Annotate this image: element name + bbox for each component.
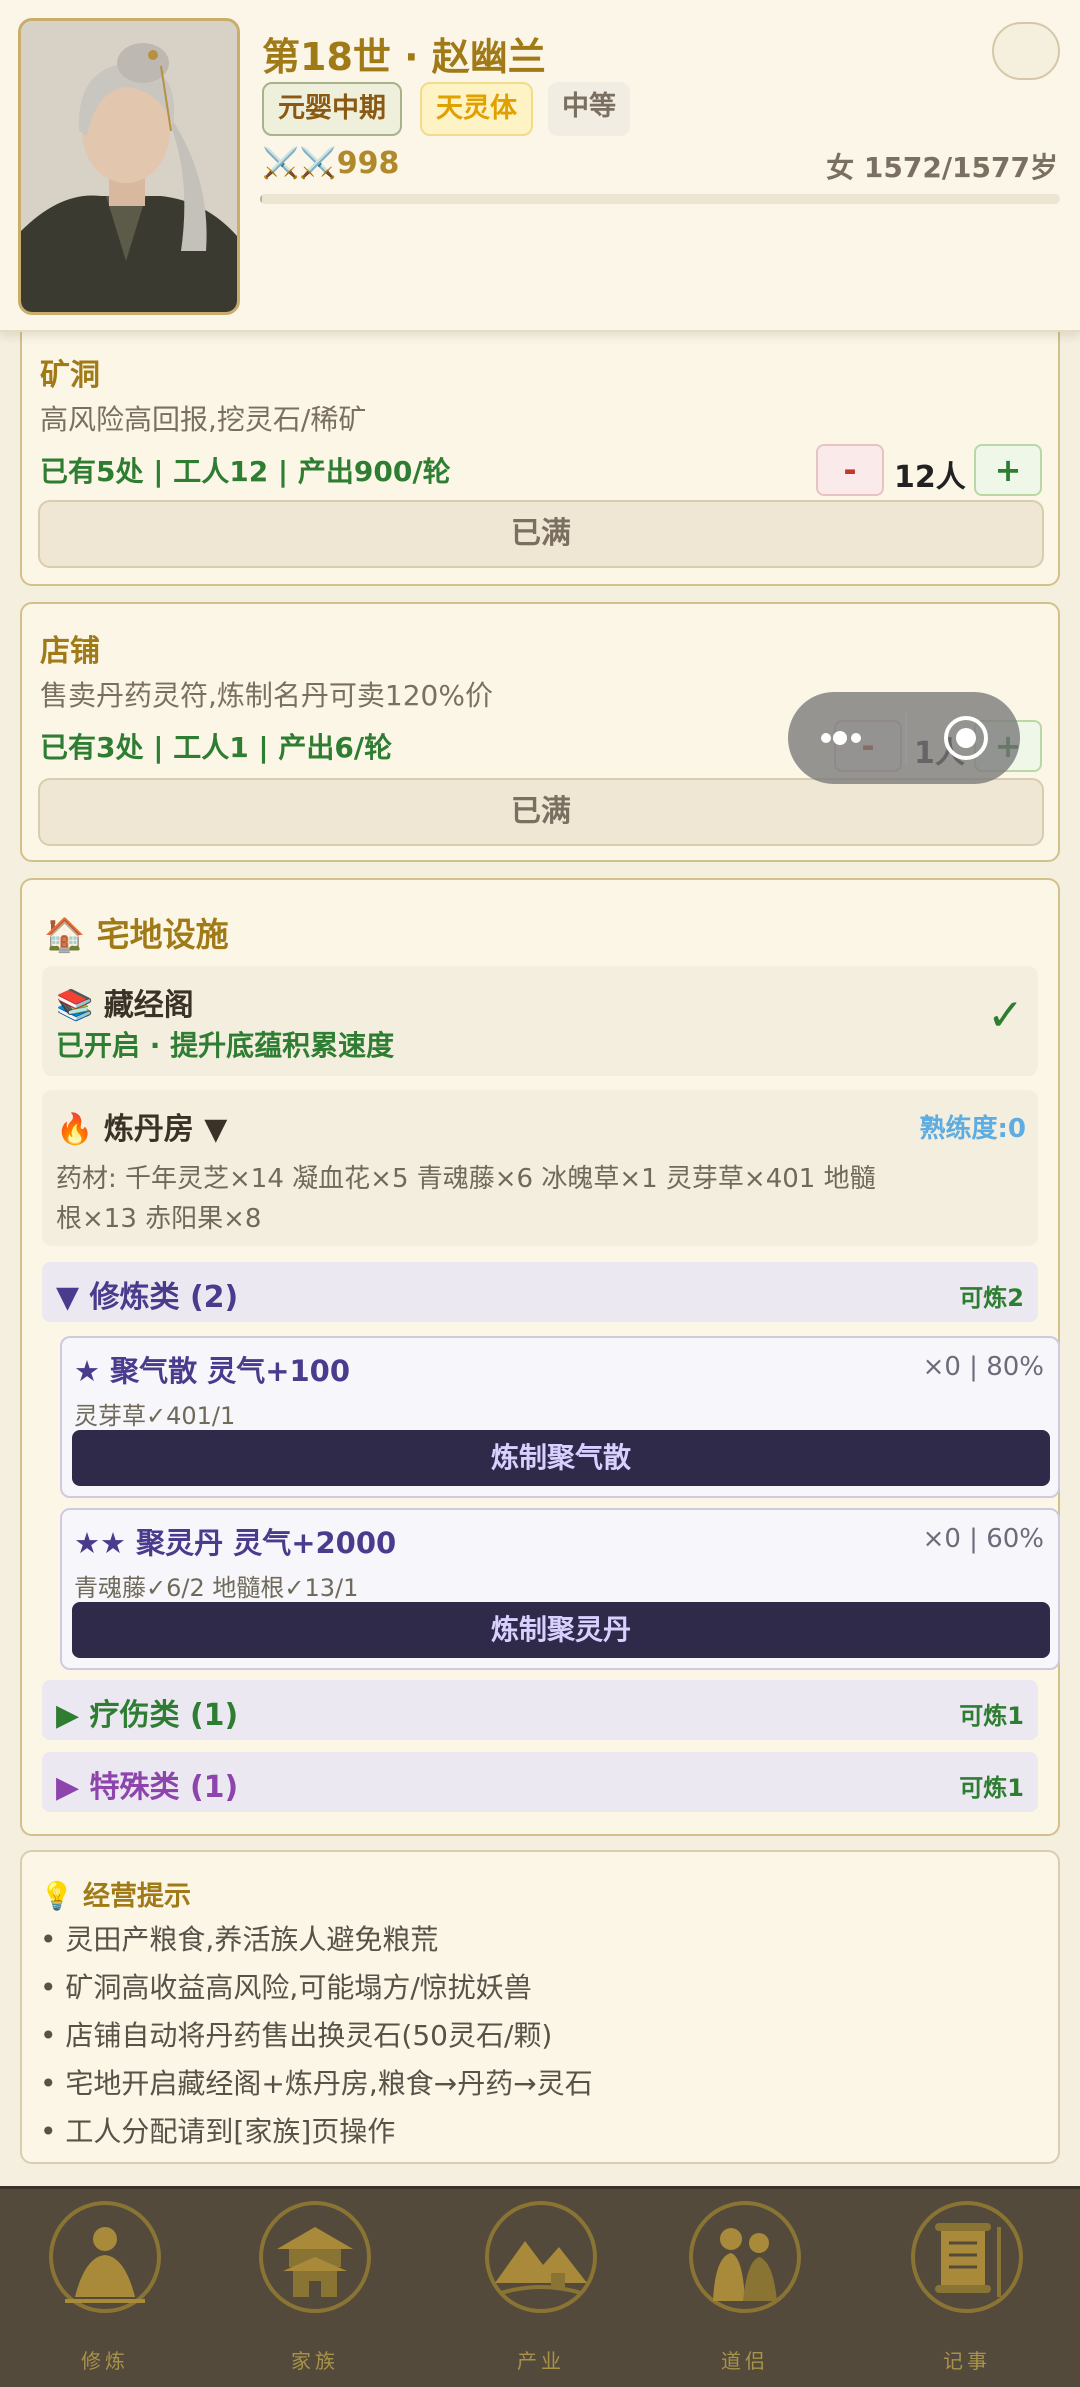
shop-stats: 已有3处 | 工人1 | 产出6/轮 <box>40 731 393 764</box>
mine-full-button[interactable]: 已满 <box>38 500 1044 568</box>
books-icon: 📚 <box>56 988 94 1023</box>
nav-industry[interactable]: 产业 <box>466 2197 616 2387</box>
nav-chronicle[interactable]: 记事 <box>892 2197 1042 2387</box>
category-count: 可炼1 <box>959 1774 1024 1802</box>
fire-icon: 🔥 <box>56 1112 94 1147</box>
category-label: ▶ 疗伤类 (1) <box>56 1698 239 1733</box>
materials-line-2: 根×13 赤阳果×8 <box>56 1204 262 1234</box>
recipe-card: ★ 聚气散 灵气+100 ×0 | 80% 灵芽草✓401/1 炼制聚气散 <box>60 1336 1060 1498</box>
recipe-stat: ×0 | 60% <box>922 1524 1044 1554</box>
character-header: 第18世 · 赵幽兰 元婴中期 天灵体 中等 ⚔️⚔️998 女 1572/15… <box>0 0 1080 332</box>
residence-card: 🏠 宅地设施 📚 藏经阁 已开启 · 提升底蕴积累速度 ✓ 🔥 炼丹房 ▼ 熟练… <box>20 878 1060 1836</box>
alchemy-room: 🔥 炼丹房 ▼ 熟练度:0 药材: 千年灵芝×14 凝血花×5 青魂藤×6 冰魄… <box>42 1090 1038 1246</box>
library-name-row: 📚 藏经阁 <box>56 980 194 1024</box>
mountain-icon <box>485 2201 597 2313</box>
mine-stats: 已有5处 | 工人12 | 产出900/轮 <box>40 455 451 488</box>
lightbulb-icon: 💡 <box>40 1881 74 1912</box>
realm-badge: 元婴中期 <box>262 82 402 136</box>
character-portrait[interactable] <box>18 18 240 315</box>
tip-line: • 灵田产粮食,养活族人避免粮荒 <box>40 1923 439 1956</box>
nav-label: 修炼 <box>81 2349 129 2373</box>
recipe-materials: 灵芽草✓401/1 <box>74 1402 236 1430</box>
category-count: 可炼2 <box>959 1284 1024 1312</box>
tip-line: • 矿洞高收益高风险,可能塌方/惊扰妖兽 <box>40 1971 532 2004</box>
body-type-badge: 天灵体 <box>420 82 533 136</box>
category-label: ▶ 特殊类 (1) <box>56 1770 239 1805</box>
category-count: 可炼1 <box>959 1702 1024 1730</box>
mine-worker-count: 12人 <box>894 460 966 495</box>
bottom-nav: 修炼 家族 产业 道侣 记事 <box>0 2186 1080 2387</box>
alchemy-name: 炼丹房 ▼ <box>103 1112 228 1147</box>
library-name: 藏经阁 <box>103 988 194 1023</box>
overlay-icons <box>821 712 988 764</box>
info-button[interactable] <box>992 22 1060 80</box>
floating-control-overlay[interactable] <box>788 692 1020 784</box>
category-special[interactable]: ▶ 特殊类 (1) 可炼1 <box>42 1752 1038 1812</box>
shop-full-button[interactable]: 已满 <box>38 778 1044 846</box>
nav-partner[interactable]: 道侣 <box>670 2197 820 2387</box>
lifespan-bar <box>260 194 1060 204</box>
category-healing[interactable]: ▶ 疗伤类 (1) 可炼1 <box>42 1680 1038 1740</box>
meditation-icon <box>49 2201 161 2313</box>
residence-title: 🏠 宅地设施 <box>44 908 229 956</box>
portrait-image <box>21 21 237 312</box>
tips-title-text: 经营提示 <box>83 1881 192 1912</box>
craft-julingdan-button[interactable]: 炼制聚灵丹 <box>72 1602 1050 1658</box>
recipe-card: ★★ 聚灵丹 灵气+2000 ×0 | 60% 青魂藤✓6/2 地髓根✓13/1… <box>60 1508 1060 1670</box>
tip-line: • 宅地开启藏经阁+炼丹房,粮食→丹药→灵石 <box>40 2067 593 2100</box>
nav-label: 道侣 <box>721 2349 769 2373</box>
craft-juqisan-button[interactable]: 炼制聚气散 <box>72 1430 1050 1486</box>
shop-desc: 售卖丹药灵符,炼制名丹可卖120%价 <box>40 679 493 712</box>
category-label: ▼ 修炼类 (2) <box>56 1280 239 1315</box>
nav-label: 产业 <box>517 2349 565 2373</box>
mine-title: 矿洞 <box>40 358 100 393</box>
recipe-name: ★ 聚气散 灵气+100 <box>74 1354 351 1388</box>
materials-line-1: 药材: 千年灵芝×14 凝血花×5 青魂藤×6 冰魄草×1 灵芽草×401 地髓 <box>56 1164 876 1194</box>
check-icon: ✓ <box>987 990 1024 1041</box>
combat-power-value: 998 <box>336 146 400 181</box>
residence-title-text: 宅地设施 <box>96 915 229 954</box>
mine-card: 矿洞 高风险高回报,挖灵石/稀矿 已有5处 | 工人12 | 产出900/轮 -… <box>20 300 1060 586</box>
character-name: 第18世 · 赵幽兰 <box>262 35 546 79</box>
nav-cultivation[interactable]: 修炼 <box>30 2197 180 2387</box>
recipe-materials: 青魂藤✓6/2 地髓根✓13/1 <box>74 1574 359 1602</box>
scroll-icon <box>911 2201 1023 2313</box>
recipe-name: ★★ 聚灵丹 灵气+2000 <box>74 1526 397 1560</box>
mine-desc: 高风险高回报,挖灵石/稀矿 <box>40 403 367 436</box>
recipe-stat: ×0 | 80% <box>922 1352 1044 1382</box>
alchemy-toggle[interactable]: 🔥 炼丹房 ▼ <box>56 1104 227 1148</box>
house-icon: 🏠 <box>44 915 86 954</box>
lifespan-bar-fill <box>260 194 262 204</box>
mine-worker-plus-button[interactable]: + <box>974 444 1042 496</box>
gender-age: 女 1572/1577岁 <box>826 151 1058 184</box>
library-status: 已开启 · 提升底蕴积累速度 <box>56 1029 395 1062</box>
combat-power: ⚔️⚔️998 <box>262 146 399 181</box>
tips-title: 💡 经营提示 <box>40 1874 191 1913</box>
tips-card: 💡 经营提示 • 灵田产粮食,养活族人避免粮荒 • 矿洞高收益高风险,可能塌方/… <box>20 1850 1060 2164</box>
mine-worker-minus-button[interactable]: - <box>816 444 884 496</box>
nav-label: 记事 <box>943 2349 991 2373</box>
tip-line: • 工人分配请到[家族]页操作 <box>40 2115 396 2148</box>
nav-label: 家族 <box>291 2349 339 2373</box>
couple-icon <box>689 2201 801 2313</box>
tip-line: • 店铺自动将丹药售出换灵石(50灵石/颗) <box>40 2019 553 2052</box>
swords-icon: ⚔️⚔️ <box>262 146 337 181</box>
proficiency: 熟练度:0 <box>919 1114 1027 1144</box>
shop-title: 店铺 <box>40 634 100 669</box>
library-facility[interactable]: 📚 藏经阁 已开启 · 提升底蕴积累速度 ✓ <box>42 966 1038 1076</box>
nav-family[interactable]: 家族 <box>240 2197 390 2387</box>
grade-badge: 中等 <box>548 82 630 136</box>
pavilion-icon <box>259 2201 371 2313</box>
category-cultivation[interactable]: ▼ 修炼类 (2) 可炼2 <box>42 1262 1038 1322</box>
